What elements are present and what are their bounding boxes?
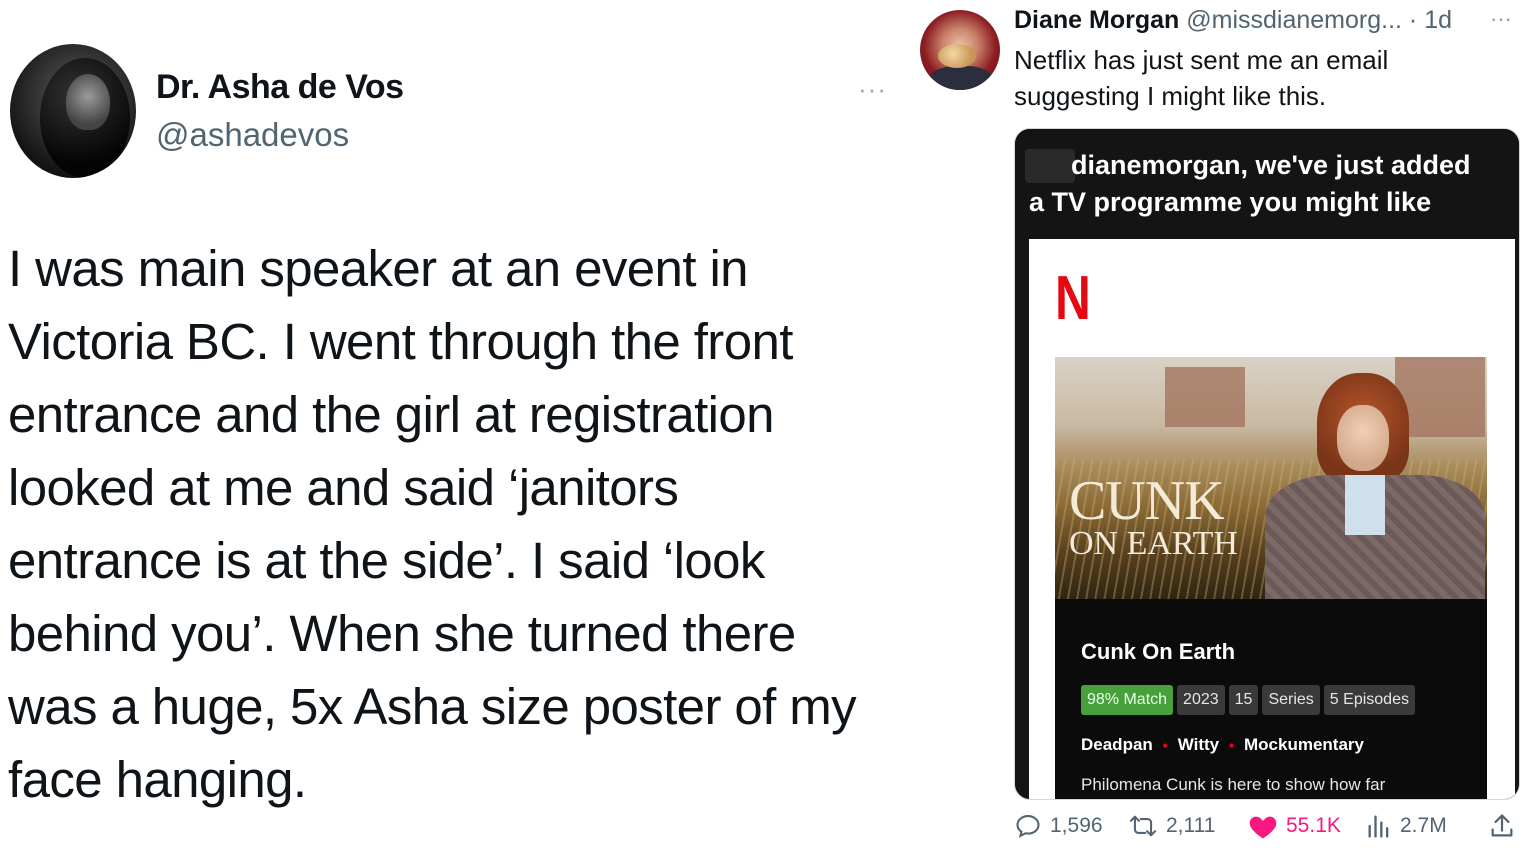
tweet-text-line: face hanging. (8, 751, 307, 808)
tweet-text-line: behind you’. When she turned there (8, 605, 796, 662)
reply-count: 1,596 (1050, 814, 1103, 837)
rating-badge: 15 (1228, 685, 1259, 715)
poster-title-line: CUNK (1069, 470, 1225, 532)
reply-button[interactable]: 1,596 (1014, 812, 1103, 840)
episodes-badge: 5 Episodes (1323, 685, 1415, 715)
views-button[interactable]: 2.7M (1366, 812, 1447, 840)
tweet-text-line: looked at me and said ‘janitors (8, 459, 679, 516)
tag: Mockumentary (1244, 735, 1364, 754)
avatar-face (66, 74, 110, 130)
tweet-header: Diane Morgan @missdianemorg... · 1d (1014, 6, 1452, 35)
tweet-text: I was main speaker at an event in Victor… (8, 232, 908, 816)
author-meta[interactable]: @missdianemorg... · 1d (1186, 6, 1452, 34)
redacted-mark (1025, 149, 1075, 183)
author-handle[interactable]: @ashadevos (156, 116, 349, 154)
left-tweet: Dr. Asha de Vos @ashadevos ··· I was mai… (0, 0, 910, 864)
show-badges: 98% Match 2023 15 Series 5 Episodes (1081, 685, 1415, 715)
retweet-button[interactable]: 2,111 (1128, 812, 1215, 840)
poster-title: CUNK ON EARTH (1069, 473, 1238, 561)
attached-image[interactable]: dianemorgan, we've just added a TV progr… (1014, 128, 1520, 800)
avatar-coat (928, 66, 994, 90)
type-badge: Series (1262, 685, 1320, 715)
poster-title-line: ON EARTH (1069, 525, 1238, 562)
email-body: N CUNK ON EARTH Cunk On Earth 98% Match … (1029, 239, 1515, 799)
tweet-text-line: was a huge, 5x Asha size poster of my (8, 678, 857, 735)
tweet-text: Netflix has just sent me an email sugges… (1014, 45, 1389, 111)
tag-separator: • (1162, 737, 1168, 753)
netflix-logo: N (1055, 264, 1091, 333)
reply-icon (1016, 815, 1040, 838)
poster-ruin (1165, 367, 1245, 427)
more-icon[interactable]: ··· (858, 74, 887, 105)
poster-person-shirt (1345, 475, 1385, 535)
match-badge: 98% Match (1081, 685, 1174, 715)
author-name[interactable]: Dr. Asha de Vos (156, 68, 404, 107)
avatar[interactable] (10, 44, 136, 178)
tweet-text-line: entrance is at the side’. I said ‘look (8, 532, 765, 589)
right-tweet: Diane Morgan @missdianemorg... · 1d ··· … (910, 0, 1536, 864)
author-name[interactable]: Diane Morgan (1014, 6, 1179, 34)
tag-separator: • (1229, 737, 1235, 753)
email-heading-line: a TV programme you might like (1029, 187, 1432, 217)
tag: Witty (1177, 735, 1220, 754)
email-heading-line: dianemorgan, we've just added (1071, 150, 1471, 180)
retweet-icon (1129, 815, 1157, 837)
avatar-bun (938, 44, 976, 68)
like-button[interactable]: 55.1K (1248, 812, 1341, 840)
year-badge: 2023 (1177, 685, 1225, 715)
more-icon[interactable]: ··· (1490, 6, 1512, 32)
show-info: Cunk On Earth 98% Match 2023 15 Series 5… (1055, 599, 1487, 799)
tweet-text-line: I was main speaker at an event in (8, 240, 749, 297)
show-title: Cunk On Earth (1081, 639, 1236, 664)
show-description: Philomena Cunk is here to show how far (1081, 775, 1386, 794)
share-button[interactable] (1488, 812, 1516, 840)
tag: Deadpan (1081, 735, 1153, 754)
like-count: 55.1K (1286, 814, 1341, 837)
email-heading: dianemorgan, we've just added a TV progr… (1015, 129, 1519, 239)
tweet-actions: 1,596 2,111 55.1K 2.7M (1014, 812, 1524, 848)
tweet-text-line: entrance and the girl at registration (8, 386, 775, 443)
views-icon (1368, 815, 1389, 838)
show-poster: CUNK ON EARTH (1055, 357, 1487, 599)
views-count: 2.7M (1400, 814, 1447, 837)
show-tags: Deadpan • Witty • Mockumentary (1081, 735, 1364, 755)
poster-person-face (1337, 405, 1389, 471)
heart-icon (1249, 816, 1277, 839)
tweet-text-line: Victoria BC. I went through the front (8, 313, 793, 370)
avatar[interactable] (920, 10, 1000, 90)
retweet-count: 2,111 (1166, 814, 1216, 837)
share-icon (1491, 814, 1513, 837)
